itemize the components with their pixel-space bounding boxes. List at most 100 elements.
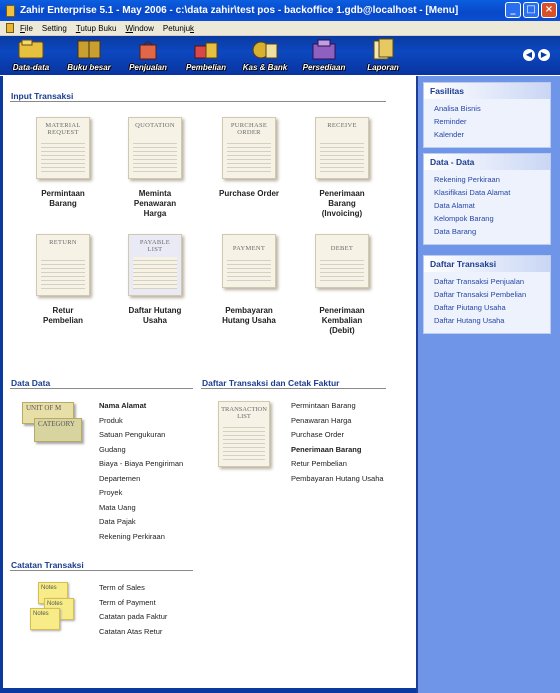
doc-label: Meminta Penawaran Harga [133, 189, 177, 218]
doc-label: Permintaan Barang [41, 189, 85, 208]
panel-data-data: Data - Data Rekening Perkiraan Klasifika… [423, 153, 551, 245]
doc-material-request[interactable]: MATERIAL REQUEST Permintaan Barang [18, 117, 108, 209]
link-daftar-piutang[interactable]: Daftar Piutang Usaha [434, 301, 550, 314]
transaction-list-icon: TRANSACTION LIST [218, 401, 270, 467]
link-term-of-payment[interactable]: Term of Payment [99, 596, 167, 611]
link-analisa-bisnis[interactable]: Analisa Bisnis [434, 102, 550, 115]
material-request-icon: MATERIAL REQUEST [36, 117, 90, 179]
doc-payment[interactable]: PAYMENT Pembayaran Hutang Usaha [204, 234, 294, 326]
link-kelompok-barang[interactable]: Kelompok Barang [434, 212, 550, 225]
panel-daftar-transaksi: Daftar Transaksi Daftar Transaksi Penjua… [423, 255, 551, 334]
document-icon[interactable] [6, 23, 14, 33]
toolbar-laporan[interactable]: Laporan [356, 38, 410, 74]
input-transaksi-title: Input Transaksi [11, 91, 74, 101]
link-biaya-pengiriman[interactable]: Biaya - Biaya Pengiriman [99, 457, 183, 472]
doc-label: Daftar Hutang Usaha [128, 306, 182, 325]
link-nama-alamat[interactable]: Nama Alamat [99, 399, 183, 414]
link-penerimaan-barang[interactable]: Penerimaan Barang [291, 443, 384, 458]
link-catatan-faktur[interactable]: Catatan pada Faktur [99, 610, 167, 625]
data-folders-icon [18, 39, 44, 59]
toolbar-data-data[interactable]: Data-data [4, 38, 58, 74]
link-departemen[interactable]: Departemen [99, 472, 183, 487]
doc-label: Penerimaan Barang (Invoicing) [319, 189, 365, 218]
link-penawaran-harga[interactable]: Penawaran Harga [291, 414, 384, 429]
link-data-barang[interactable]: Data Barang [434, 225, 550, 238]
window-controls: _ □ × [505, 2, 557, 18]
link-satuan-pengukuran[interactable]: Satuan Pengukuran [99, 428, 183, 443]
toolbar-kas-bank[interactable]: Kas & Bank [238, 38, 292, 74]
quotation-icon: QUOTATION [128, 117, 182, 179]
toolbar-penjualan[interactable]: Penjualan [121, 38, 175, 74]
catatan-title: Catatan Transaksi [11, 560, 84, 570]
report-documents-icon [373, 38, 394, 60]
daftar-cetak-list: Permintaan Barang Penawaran Harga Purcha… [291, 399, 384, 486]
previous-arrow-icon[interactable]: ◀ [523, 49, 535, 61]
link-data-alamat[interactable]: Data Alamat [434, 199, 550, 212]
doc-label: Pembayaran Hutang Usaha [222, 306, 276, 325]
purchase-order-icon: PURCHASE ORDER [222, 117, 276, 179]
link-produk[interactable]: Produk [99, 414, 183, 429]
data-data-title: Data Data [11, 378, 51, 388]
window-title: Zahir Enterprise 5.1 - May 2006 - c:\dat… [20, 5, 459, 16]
daftar-cetak-title: Daftar Transaksi dan Cetak Faktur [202, 378, 340, 388]
panel-fasilitas: Fasilitas Analisa Bisnis Reminder Kalend… [423, 82, 551, 148]
unit-category-icon: UNIT OF M CATEGORY [22, 402, 82, 444]
maximize-button[interactable]: □ [523, 2, 539, 18]
receive-icon: RECEIVE [315, 117, 369, 179]
link-klasifikasi-alamat[interactable]: Klasifikasi Data Alamat [434, 186, 550, 199]
section-divider [10, 570, 193, 571]
link-term-of-sales[interactable]: Term of Sales [99, 581, 167, 596]
minimize-button[interactable]: _ [505, 2, 521, 18]
link-reminder[interactable]: Reminder [434, 115, 550, 128]
close-button[interactable]: × [541, 2, 557, 18]
menu-window[interactable]: Window [125, 24, 153, 33]
link-pembayaran-hutang-usaha[interactable]: Pembayaran Hutang Usaha [291, 472, 384, 487]
toolbar-pembelian[interactable]: Pembelian [179, 38, 233, 74]
menu-file[interactable]: File [20, 24, 33, 33]
doc-label: Retur Pembelian [42, 306, 83, 325]
doc-label: Purchase Order [218, 189, 280, 198]
panel-fasilitas-title: Fasilitas [424, 83, 550, 99]
link-kalender[interactable]: Kalender [434, 128, 550, 141]
link-data-pajak[interactable]: Data Pajak [99, 515, 183, 530]
payment-icon: PAYMENT [222, 234, 276, 288]
doc-payable-list[interactable]: PAYABLE LIST Daftar Hutang Usaha [110, 234, 200, 326]
debet-icon: DEBET [315, 234, 369, 288]
link-mata-uang[interactable]: Mata Uang [99, 501, 183, 516]
purchase-gifts-icon [194, 42, 218, 59]
doc-debet[interactable]: DEBET Penerimaan Kembalian (Debit) [297, 234, 387, 336]
doc-purchase-order[interactable]: PURCHASE ORDER Purchase Order [204, 117, 294, 209]
link-purchase-order[interactable]: Purchase Order [291, 428, 384, 443]
doc-return[interactable]: RETURN Retur Pembelian [18, 234, 108, 326]
doc-label: Penerimaan Kembalian (Debit) [319, 306, 365, 335]
toolbar-persediaan[interactable]: Persediaan [297, 38, 351, 74]
panel-daftar-title: Daftar Transaksi [424, 256, 550, 272]
link-proyek[interactable]: Proyek [99, 486, 183, 501]
link-catatan-retur[interactable]: Catatan Atas Retur [99, 625, 167, 640]
link-daftar-pembelian[interactable]: Daftar Transaksi Pembelian [434, 288, 550, 301]
sales-bag-icon [139, 41, 157, 60]
menu-setting[interactable]: Setting [42, 24, 67, 33]
section-divider [10, 388, 193, 389]
doc-receive[interactable]: RECEIVE Penerimaan Barang (Invoicing) [297, 117, 387, 219]
link-retur-pembelian[interactable]: Retur Pembelian [291, 457, 384, 472]
menu-petunjuk[interactable]: Petunjuk [163, 24, 194, 33]
doc-quotation[interactable]: QUOTATION Meminta Penawaran Harga [110, 117, 200, 219]
section-divider [201, 388, 386, 389]
ledger-book-icon [77, 40, 101, 59]
window-titlebar: Zahir Enterprise 5.1 - May 2006 - c:\dat… [0, 0, 560, 21]
toolbar-buku-besar[interactable]: Buku besar [62, 38, 116, 74]
section-divider [10, 101, 386, 102]
toolbar-nav: ◀ ▶ [523, 49, 550, 61]
menu-bar: File Setting Tutup Buku Window Petunjuk [0, 21, 560, 36]
next-arrow-icon[interactable]: ▶ [538, 49, 550, 61]
payable-list-icon: PAYABLE LIST [128, 234, 182, 296]
link-rekening-perkiraan[interactable]: Rekening Perkiraan [99, 530, 183, 545]
link-daftar-penjualan[interactable]: Daftar Transaksi Penjualan [434, 275, 550, 288]
link-daftar-hutang[interactable]: Daftar Hutang Usaha [434, 314, 550, 327]
link-rekening-perkiraan[interactable]: Rekening Perkiraan [434, 173, 550, 186]
app-icon [6, 4, 15, 17]
link-permintaan-barang[interactable]: Permintaan Barang [291, 399, 384, 414]
menu-tutup-buku[interactable]: Tutup Buku [76, 24, 117, 33]
link-gudang[interactable]: Gudang [99, 443, 183, 458]
